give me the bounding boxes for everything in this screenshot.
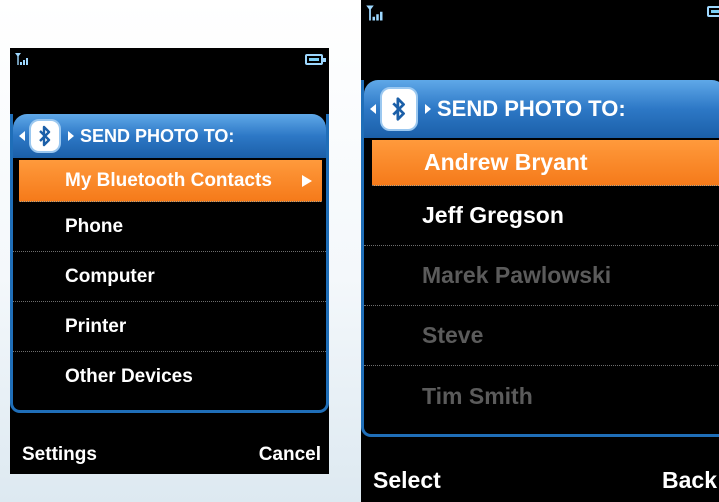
list-item-printer[interactable]: Printer [13, 302, 326, 352]
contact-item-marek-pawlowski[interactable]: Marek Pawlowski [364, 246, 719, 306]
menu-header: SEND PHOTO TO: [13, 114, 326, 158]
contact-list: Andrew Bryant Jeff Gregson Marek Pawlows… [364, 140, 719, 426]
bluetooth-icon [29, 119, 61, 153]
list-item-label: My Bluetooth Contacts [65, 169, 272, 191]
signal-icon [15, 53, 28, 65]
battery-icon [707, 6, 719, 17]
battery-icon [305, 54, 326, 65]
contact-item-tim-smith[interactable]: Tim Smith [364, 366, 719, 426]
send-photo-menu: SEND PHOTO TO: Andrew Bryant Jeff Gregso… [361, 80, 719, 437]
contact-item-andrew-bryant[interactable]: Andrew Bryant [372, 140, 719, 186]
send-photo-menu: SEND PHOTO TO: My Bluetooth Contacts Pho… [10, 114, 329, 413]
contact-name: Andrew Bryant [424, 149, 588, 175]
phone-screen-left: SEND PHOTO TO: My Bluetooth Contacts Pho… [10, 48, 329, 474]
list-item-label: Printer [65, 315, 127, 337]
contact-name: Jeff Gregson [422, 202, 564, 228]
contact-name: Steve [422, 322, 484, 348]
submenu-arrow-icon [302, 174, 312, 187]
list-item-label: Other Devices [65, 366, 193, 387]
settings-softkey[interactable]: Settings [22, 444, 97, 466]
menu-title: SEND PHOTO TO: [437, 96, 626, 121]
arrow-right-icon [68, 131, 74, 141]
back-softkey[interactable]: Back [662, 467, 717, 494]
phone-screen-right: SEND PHOTO TO: Andrew Bryant Jeff Gregso… [361, 0, 719, 502]
contact-item-jeff-gregson[interactable]: Jeff Gregson [364, 186, 719, 246]
destination-list: My Bluetooth Contacts Phone Computer Pri… [13, 160, 326, 402]
arrow-left-icon[interactable] [370, 104, 376, 114]
list-item-other-devices[interactable]: Other Devices [13, 352, 326, 402]
cancel-softkey[interactable]: Cancel [259, 444, 321, 466]
list-item-phone[interactable]: Phone [13, 202, 326, 252]
arrow-right-icon [425, 104, 431, 114]
select-softkey[interactable]: Select [373, 467, 441, 494]
list-item-label: Computer [65, 265, 155, 287]
signal-icon [366, 5, 383, 21]
arrow-left-icon[interactable] [19, 131, 25, 141]
contact-name: Tim Smith [422, 382, 533, 409]
menu-header: SEND PHOTO TO: [364, 80, 719, 138]
list-item-label: Phone [65, 215, 124, 237]
menu-title: SEND PHOTO TO: [80, 125, 235, 146]
contact-item-steve[interactable]: Steve [364, 306, 719, 366]
list-item-my-bluetooth-contacts[interactable]: My Bluetooth Contacts [19, 160, 322, 202]
bluetooth-icon [380, 87, 418, 131]
list-item-computer[interactable]: Computer [13, 252, 326, 302]
contact-name: Marek Pawlowski [422, 262, 612, 288]
